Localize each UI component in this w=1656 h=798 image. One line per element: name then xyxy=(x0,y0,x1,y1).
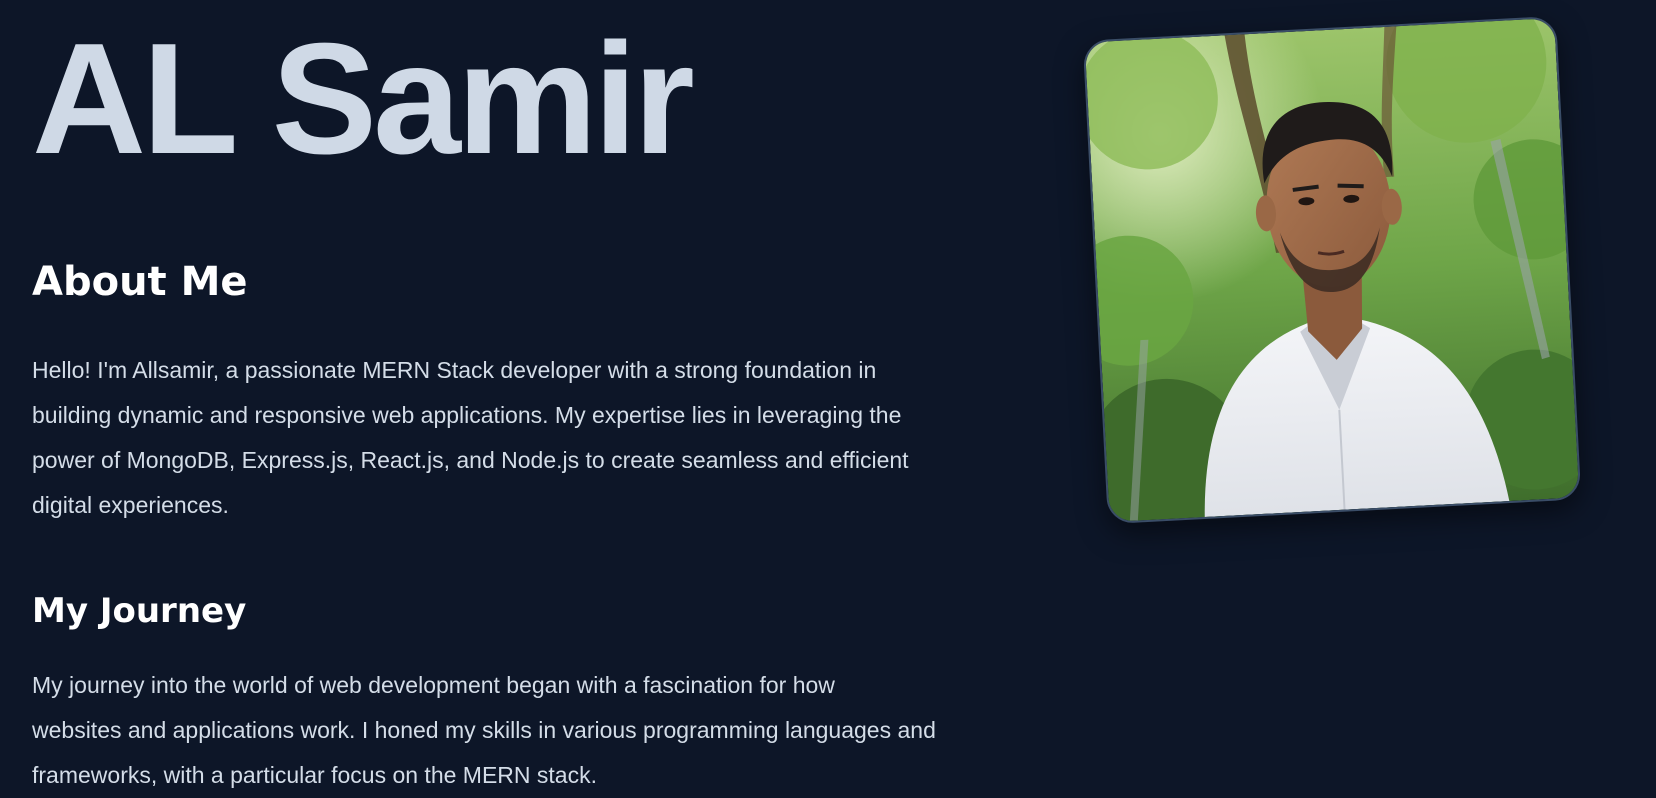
about-paragraph: Hello! I'm Allsamir, a passionate MERN S… xyxy=(32,348,1012,528)
hero-name: AL Samir xyxy=(32,11,695,187)
about-line: digital experiences. xyxy=(32,492,229,518)
profile-photo-illustration xyxy=(1084,18,1580,522)
about-line: Hello! I'm Allsamir, a passionate MERN S… xyxy=(32,357,877,383)
about-heading: About Me xyxy=(32,259,248,305)
journey-line: websites and applications work. I honed … xyxy=(32,717,936,743)
about-line: power of MongoDB, Express.js, React.js, … xyxy=(32,447,909,473)
profile-photo xyxy=(1082,15,1582,525)
journey-paragraph: My journey into the world of web develop… xyxy=(32,663,1012,798)
about-line: building dynamic and responsive web appl… xyxy=(32,402,902,428)
journey-heading: My Journey xyxy=(32,591,247,631)
journey-line: frameworks, with a particular focus on t… xyxy=(32,762,597,788)
journey-line: My journey into the world of web develop… xyxy=(32,672,835,698)
